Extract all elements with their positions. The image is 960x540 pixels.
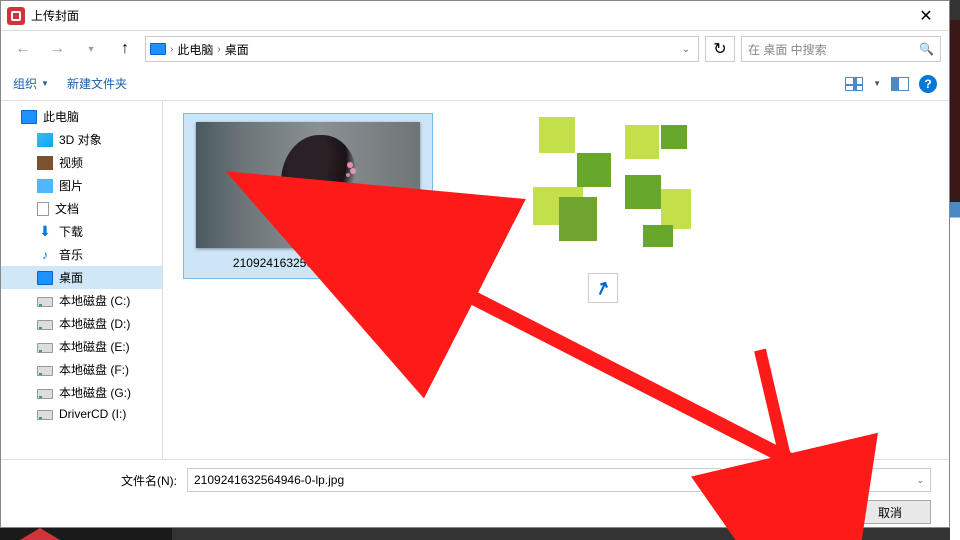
open-button[interactable]: 选择 (755, 500, 837, 524)
drv-icon (37, 366, 53, 376)
sidebar-item-label: 本地磁盘 (E:) (59, 338, 130, 355)
refresh-button[interactable]: ↻ (705, 36, 735, 62)
titlebar: 上传封面 ✕ (1, 1, 949, 31)
sidebar-item[interactable]: ⬇ 下载 (1, 220, 162, 243)
sidebar-item-label: 本地磁盘 (C:) (59, 292, 130, 309)
sidebar-item[interactable]: 桌面 (1, 266, 162, 289)
drv-icon (37, 320, 53, 330)
sidebar-item-label: 3D 对象 (59, 131, 102, 148)
close-button[interactable]: ✕ (903, 1, 949, 30)
new-folder-button[interactable]: 新建文件夹 (67, 75, 127, 92)
sidebar-tree[interactable]: 此电脑 3D 对象视频图片文档⬇ 下载 ♪ 音乐桌面本地磁盘 (C:) 本地磁盘 (D:)… (1, 101, 163, 459)
navbar: ← → ▾ ↑ › 此电脑 › 桌面 ⌄ ↻ 在 桌面 中搜索 🔍 (1, 31, 949, 67)
file-open-dialog: 上传封面 ✕ ← → ▾ ↑ › 此电脑 › 桌面 ⌄ ↻ 在 桌面 中搜索 🔍… (0, 0, 950, 528)
file-list[interactable]: 2109241632564946-0-lp.jpg (163, 101, 949, 459)
view-thumbnails-button[interactable] (845, 77, 863, 91)
dl-icon: ⬇ (37, 225, 53, 239)
sidebar-item[interactable]: 本地磁盘 (D:) (1, 312, 162, 335)
sidebar-item-label: 桌面 (59, 269, 83, 286)
sidebar-item-label: DriverCD (I:) (59, 407, 126, 421)
dropdown-icon[interactable]: ⌄ (916, 475, 924, 486)
filetype-dropdown[interactable]: 图片 (*.png;*.jpeg;*.jpg) ⌄ (731, 468, 931, 492)
cancel-button[interactable]: 取消 (849, 500, 931, 524)
file-item[interactable] (513, 113, 723, 263)
file-thumbnail (513, 113, 693, 263)
file-item-selected[interactable]: 2109241632564946-0-lp.jpg (183, 113, 433, 279)
app-icon (7, 7, 25, 25)
sidebar-item-label: 文档 (55, 200, 79, 217)
shortcut-arrow-icon (588, 273, 618, 303)
up-button[interactable]: ↑ (111, 35, 139, 63)
sidebar-item[interactable]: ♪ 音乐 (1, 243, 162, 266)
organize-menu[interactable]: 组织▼ (13, 75, 49, 92)
drv-icon (37, 410, 53, 420)
drv-icon (37, 297, 53, 307)
search-placeholder: 在 桌面 中搜索 (748, 41, 913, 58)
search-icon: 🔍 (919, 42, 934, 56)
filename-input[interactable]: 2109241632564946-0-lp.jpg ⌄ (187, 468, 721, 492)
pc-icon (37, 271, 53, 285)
forward-button[interactable]: → (43, 35, 71, 63)
pc-icon (21, 110, 37, 124)
address-bar[interactable]: › 此电脑 › 桌面 ⌄ (145, 36, 699, 62)
chevron-right-icon: › (170, 44, 173, 55)
sidebar-item-label: 此电脑 (43, 108, 79, 125)
dropdown-icon[interactable]: ⌄ (706, 475, 714, 486)
sidebar-item-label: 视频 (59, 154, 83, 171)
recent-dropdown[interactable]: ▾ (77, 35, 105, 63)
sidebar-item-label: 本地磁盘 (G:) (59, 384, 131, 401)
taskbar-fragment (0, 528, 172, 540)
3d-icon (37, 133, 53, 147)
search-input[interactable]: 在 桌面 中搜索 🔍 (741, 36, 941, 62)
sidebar-item-label: 音乐 (59, 246, 83, 263)
sidebar-item[interactable]: 本地磁盘 (C:) (1, 289, 162, 312)
drv-icon (37, 389, 53, 399)
breadcrumb-current[interactable]: 桌面 (225, 41, 249, 58)
breadcrumb-root[interactable]: 此电脑 (177, 41, 213, 58)
sidebar-item-label: 本地磁盘 (D:) (59, 315, 130, 332)
sidebar-item[interactable]: DriverCD (I:) (1, 404, 162, 424)
sidebar-item[interactable]: 本地磁盘 (G:) (1, 381, 162, 404)
sidebar-item[interactable]: 图片 (1, 174, 162, 197)
filename-label: 文件名(N): (121, 472, 177, 489)
sidebar-item-label: 图片 (59, 177, 83, 194)
dialog-footer: 文件名(N): 2109241632564946-0-lp.jpg ⌄ 图片 (… (1, 459, 949, 529)
address-dropdown-icon[interactable]: ⌄ (678, 44, 694, 55)
file-thumbnail (196, 122, 420, 248)
back-button[interactable]: ← (9, 35, 37, 63)
pc-icon (150, 43, 166, 55)
drv-icon (37, 343, 53, 353)
toolbar: 组织▼ 新建文件夹 ▼ ? (1, 67, 949, 101)
sidebar-item[interactable]: 本地磁盘 (E:) (1, 335, 162, 358)
help-button[interactable]: ? (919, 75, 937, 93)
chevron-right-icon: › (217, 44, 220, 55)
sidebar-item[interactable]: 此电脑 (1, 105, 162, 128)
sidebar-item-label: 本地磁盘 (F:) (59, 361, 129, 378)
dialog-title: 上传封面 (31, 7, 903, 24)
sidebar-item[interactable]: 视频 (1, 151, 162, 174)
pic-icon (37, 179, 53, 193)
preview-pane-button[interactable] (891, 77, 909, 91)
sidebar-item[interactable]: 文档 (1, 197, 162, 220)
sidebar-item[interactable]: 3D 对象 (1, 128, 162, 151)
mus-icon: ♪ (37, 248, 53, 262)
vid-icon (37, 156, 53, 170)
sidebar-item-label: 下载 (59, 223, 83, 240)
doc-icon (37, 202, 49, 216)
sidebar-item[interactable]: 本地磁盘 (F:) (1, 358, 162, 381)
file-label: 2109241632564946-0-lp.jpg (192, 256, 424, 270)
